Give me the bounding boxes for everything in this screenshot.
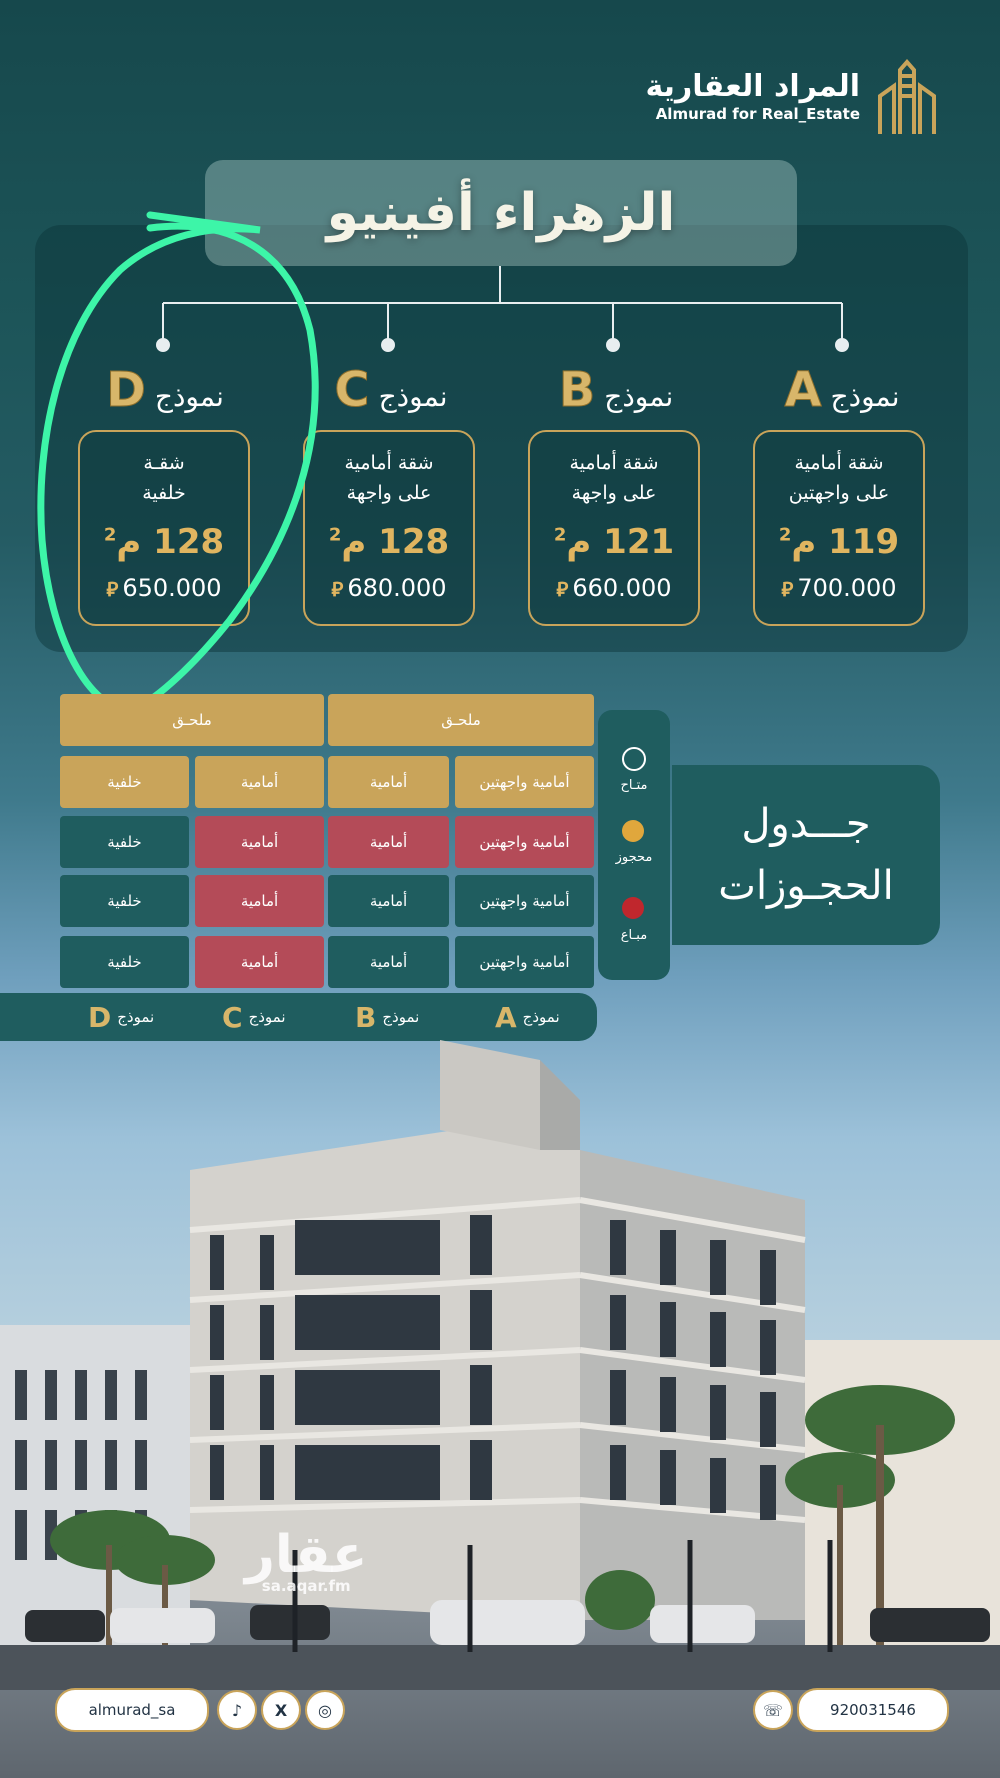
reservations-title-line1: جـــدول: [741, 801, 871, 847]
card-price: ⃁ 660.000: [556, 574, 672, 602]
table-cell: أمامية: [328, 756, 449, 808]
card-description: شقة أمامية على واجهتين: [788, 452, 890, 504]
table-cell: أمامية واجهتين: [455, 936, 594, 988]
instagram-handle-link[interactable]: almurad_sa: [55, 1688, 209, 1732]
table-cell: أمامية: [328, 875, 449, 927]
table-cell: أمامية واجهتين: [455, 756, 594, 808]
table-cell: خلفية: [60, 936, 189, 988]
table-cell: خلفية: [60, 756, 189, 808]
table-model-row: A نموذج B نموذج C نموذج D نموذج: [0, 993, 597, 1041]
card-area: 119 م2: [778, 522, 900, 562]
table-cell: أمامية واجهتين: [455, 875, 594, 927]
model-card-a: شقة أمامية على واجهتين 119 م2 ⃁ 700.000: [753, 430, 925, 626]
table-cell: أمامية: [195, 936, 324, 988]
page: المراد العقارية Almurad for Real_Estate …: [0, 0, 1000, 1778]
table-cell: أمامية: [328, 816, 449, 868]
model-letter-b: B: [558, 362, 596, 419]
model-word: نموذج: [378, 380, 448, 413]
model-letter-a: A: [784, 362, 822, 419]
table-model-b: B نموذج: [355, 1000, 420, 1034]
table-cell: خلفية: [60, 816, 189, 868]
watermark-ar: عقار: [245, 1525, 368, 1585]
status-legend: متـاح محجوز مبـاع: [598, 710, 670, 980]
table-cell: أمامية: [328, 936, 449, 988]
table-cell: خلفية: [60, 875, 189, 927]
table-model-d: D نموذج: [88, 1000, 155, 1034]
model-card-b: شقة أمامية على واجهة 121 م2 ⃁ 660.000: [528, 430, 700, 626]
legend-label-available: متـاح: [620, 778, 648, 793]
table-cell: أمامية: [195, 875, 324, 927]
table-cell: أمامية واجهتين: [455, 816, 594, 868]
reservations-title: جـــدول الحجـوزات: [672, 765, 940, 945]
sold-dot-icon: [622, 897, 644, 919]
annex-header-ab: ملحـق: [328, 694, 594, 746]
legend-label-reserved: محجوز: [615, 850, 653, 865]
annex-header-cd: ملحـق: [60, 694, 324, 746]
card-description: شقة أمامية على واجهة: [569, 452, 659, 504]
riyal-icon: ⃁: [781, 577, 794, 601]
card-price: ⃁ 700.000: [781, 574, 897, 602]
phone-number-link[interactable]: 920031546: [797, 1688, 949, 1732]
available-dot-icon: [622, 747, 646, 771]
aqar-watermark: عقار sa.aqar.fm: [245, 1525, 367, 1595]
x-twitter-icon[interactable]: X: [261, 1690, 301, 1730]
table-cell: أمامية: [195, 756, 324, 808]
tiktok-icon[interactable]: ♪: [217, 1690, 257, 1730]
model-label-b: نموذج B: [531, 362, 701, 419]
reservations-title-line2: الحجـوزات: [718, 863, 894, 909]
instagram-icon[interactable]: ◎: [305, 1690, 345, 1730]
model-word: نموذج: [830, 380, 900, 413]
riyal-icon: ⃁: [556, 577, 569, 601]
table-model-c: C نموذج: [222, 1000, 286, 1034]
highlight-circle-mark: [37, 211, 319, 714]
table-model-a: A نموذج: [495, 1000, 560, 1034]
watermark-en: sa.aqar.fm: [261, 1577, 351, 1595]
model-word: نموذج: [604, 380, 674, 413]
table-cell: أمامية: [195, 816, 324, 868]
building-render-image: [0, 1040, 1000, 1690]
footer-bar: almurad_sa ♪ X ◎ ☏ 920031546: [55, 1688, 949, 1734]
phone-icon[interactable]: ☏: [753, 1690, 793, 1730]
model-label-a: نموذج A: [757, 362, 927, 419]
card-area: 121 م2: [553, 522, 675, 562]
legend-label-sold: مبـاع: [620, 928, 648, 943]
reserved-dot-icon: [622, 820, 644, 842]
